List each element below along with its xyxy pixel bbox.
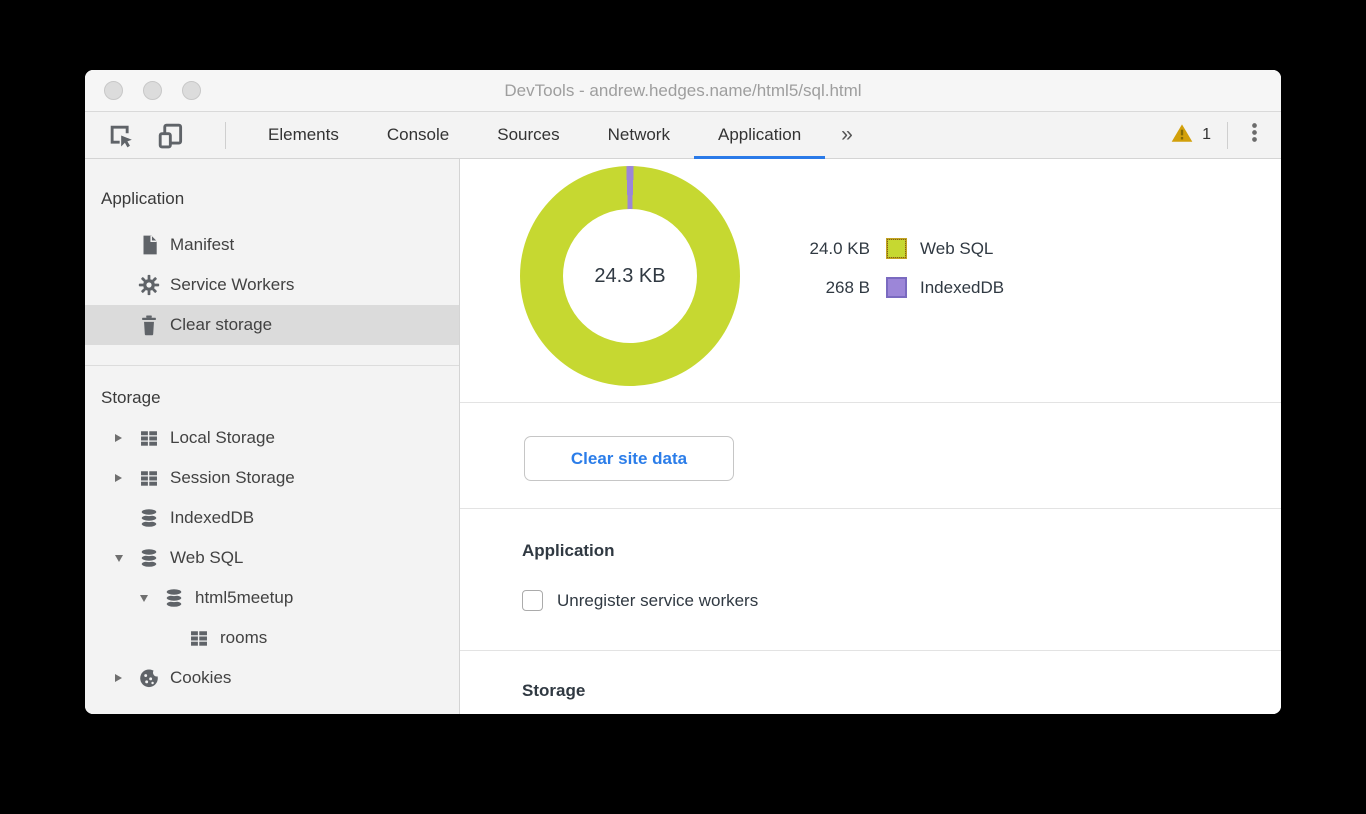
sidebar-item-cookies[interactable]: Cookies [85, 658, 459, 698]
tab-console[interactable]: Console [363, 112, 473, 158]
table-icon [137, 426, 161, 450]
sidebar-item-label: Web SQL [170, 548, 243, 568]
legend-value: 24.0 KB [760, 239, 870, 259]
legend-label: Web SQL [920, 239, 993, 259]
legend-value: 268 B [760, 278, 870, 298]
sidebar-item-label: IndexedDB [170, 508, 254, 528]
table-icon [187, 626, 211, 650]
gear-icon [137, 273, 161, 297]
disclosure-slot [115, 555, 137, 562]
unregister-service-workers-row[interactable]: Unregister service workers [522, 590, 1281, 611]
sidebar-item-label: Clear storage [170, 315, 272, 335]
tab-elements[interactable]: Elements [244, 112, 363, 158]
sidebar-item-label: Service Workers [170, 275, 294, 295]
application-options-section: Application Unregister service workers [460, 509, 1281, 651]
storage-usage-donut-chart: 24.3 KB [520, 166, 740, 386]
storage-section-title: Storage [522, 681, 1281, 701]
toolbar-left-icons [85, 120, 226, 150]
disclosure-slot [115, 434, 137, 442]
storage-usage-chart-section: 24.3 KB 24.0 KB Web SQL 268 B IndexedDB [460, 159, 1281, 403]
application-section-title: Application [522, 541, 1281, 561]
toolbar-right: 1 [1171, 122, 1281, 149]
sidebar-item-service-workers[interactable]: Service Workers [85, 265, 459, 305]
database-icon [137, 506, 161, 530]
clear-storage-pane: 24.3 KB 24.0 KB Web SQL 268 B IndexedDB Cle… [460, 159, 1281, 714]
storage-usage-legend: 24.0 KB Web SQL 268 B IndexedDB [760, 229, 1004, 307]
unregister-service-workers-checkbox[interactable] [522, 590, 543, 611]
cookie-icon [137, 666, 161, 690]
legend-row-indexeddb: 268 B IndexedDB [760, 268, 1004, 307]
legend-row-web-sql: 24.0 KB Web SQL [760, 229, 1004, 268]
close-window-button[interactable] [104, 81, 123, 100]
legend-label: IndexedDB [920, 278, 1004, 298]
sidebar-item-label: rooms [220, 628, 267, 648]
application-panel-body: Application Manifest Service Workers Clear … [85, 159, 1281, 714]
sidebar-item-label: Local Storage [170, 428, 275, 448]
window-title: DevTools - andrew.hedges.name/html5/sql.… [504, 81, 861, 101]
sidebar-item-web-sql[interactable]: Web SQL [85, 538, 459, 578]
sidebar-item-html5meetup[interactable]: html5meetup [85, 578, 459, 618]
minimize-window-button[interactable] [143, 81, 162, 100]
trash-icon [137, 313, 161, 337]
application-sidebar: Application Manifest Service Workers Clear … [85, 159, 460, 714]
sidebar-section-title-application: Application [85, 179, 459, 219]
file-icon [137, 233, 161, 257]
sidebar-item-rooms[interactable]: rooms [85, 618, 459, 658]
legend-swatch-icon [886, 277, 907, 298]
disclosure-triangle-icon[interactable] [115, 674, 122, 682]
tab-network[interactable]: Network [584, 112, 694, 158]
sidebar-item-clear-storage[interactable]: Clear storage [85, 305, 459, 345]
database-icon [137, 546, 161, 570]
devtools-menu-button[interactable] [1228, 122, 1265, 148]
storage-total-label: 24.3 KB [563, 209, 697, 343]
kebab-menu-icon [1244, 122, 1265, 148]
title-bar[interactable]: DevTools - andrew.hedges.name/html5/sql.… [85, 70, 1281, 112]
sidebar-item-indexeddb[interactable]: IndexedDB [85, 498, 459, 538]
sidebar-item-label: Manifest [170, 235, 234, 255]
clear-site-data-button[interactable]: Clear site data [524, 436, 734, 481]
device-toolbar-icon[interactable] [155, 120, 185, 150]
disclosure-triangle-icon[interactable] [115, 434, 122, 442]
tab-sources[interactable]: Sources [473, 112, 583, 158]
tab-application[interactable]: Application [694, 112, 825, 158]
more-tabs-button[interactable]: » [825, 123, 869, 147]
zoom-window-button[interactable] [182, 81, 201, 100]
devtools-toolbar: ElementsConsoleSourcesNetworkApplication… [85, 112, 1281, 159]
disclosure-triangle-icon[interactable] [115, 555, 123, 562]
disclosure-slot [140, 595, 162, 602]
disclosure-triangle-icon[interactable] [115, 474, 122, 482]
unregister-service-workers-label: Unregister service workers [557, 591, 758, 611]
sidebar-section-title-storage: Storage [85, 378, 459, 418]
sidebar-item-local-storage[interactable]: Local Storage [85, 418, 459, 458]
sidebar-item-manifest[interactable]: Manifest [85, 225, 459, 265]
sidebar-item-session-storage[interactable]: Session Storage [85, 458, 459, 498]
disclosure-slot [115, 674, 137, 682]
disclosure-slot [115, 474, 137, 482]
warning-count: 1 [1202, 126, 1211, 144]
clear-site-data-section: Clear site data [460, 403, 1281, 509]
sidebar-item-label: html5meetup [195, 588, 293, 608]
sidebar-section-divider [85, 365, 459, 366]
toolbar-separator [225, 122, 226, 149]
traffic-lights [104, 70, 201, 111]
disclosure-triangle-icon[interactable] [140, 595, 148, 602]
inspect-element-icon[interactable] [105, 120, 135, 150]
table-icon [137, 466, 161, 490]
sidebar-item-label: Cookies [170, 668, 231, 688]
storage-options-section: Storage [460, 651, 1281, 714]
panel-tabs: ElementsConsoleSourcesNetworkApplication [244, 112, 825, 158]
devtools-window: DevTools - andrew.hedges.name/html5/sql.… [85, 70, 1281, 714]
legend-swatch-icon [886, 238, 907, 259]
console-warnings-button[interactable]: 1 [1171, 123, 1227, 148]
sidebar-item-label: Session Storage [170, 468, 295, 488]
database-icon [162, 586, 186, 610]
warning-icon [1171, 123, 1193, 148]
